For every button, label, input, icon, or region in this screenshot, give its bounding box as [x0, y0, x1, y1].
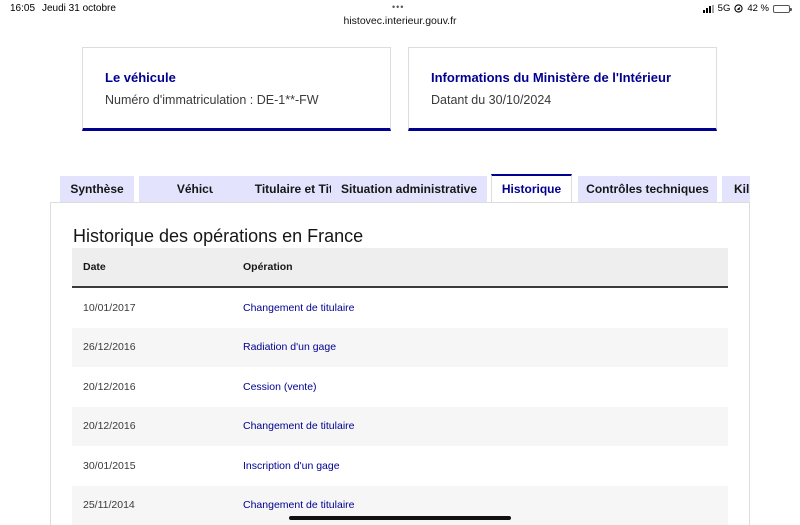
row-operation: Radiation d'un gage [243, 341, 337, 354]
row-operation: Changement de titulaire [243, 301, 355, 314]
tab-synthese[interactable]: Synthèse [60, 176, 134, 202]
row-operation: Changement de titulaire [243, 499, 355, 512]
row-date: 10/01/2017 [83, 301, 136, 314]
ministry-info-date: Datant du 30/10/2024 [431, 93, 552, 107]
network-type: 5G [717, 3, 731, 14]
battery-percent: 42 % [747, 3, 769, 14]
location-icon [734, 4, 743, 13]
row-date: 20/12/2016 [83, 420, 136, 433]
row-operation: Inscription d'un gage [243, 459, 340, 472]
status-date: Jeudi 31 octobre [42, 3, 116, 14]
vehicle-card: Le véhicule Numéro d'immatriculation : D… [82, 47, 391, 131]
operations-table: Date Opération 10/01/2017 Changement de … [72, 248, 728, 525]
home-indicator[interactable] [289, 516, 511, 520]
row-operation: Cession (vente) [243, 380, 317, 393]
tab-situation-administrative[interactable]: Situation administrative [331, 176, 487, 202]
table-row: 20/12/2016 Changement de titulaire [72, 406, 728, 446]
cellular-signal-icon [702, 4, 714, 13]
tab-historique[interactable]: Historique [491, 174, 572, 202]
table-row: 20/12/2016 Cession (vente) [72, 367, 728, 407]
tab-kilometrage[interactable]: Kil [722, 176, 750, 202]
status-bar: 16:05 Jeudi 31 octobre ••• histovec.inte… [0, 0, 800, 30]
address-bar-url[interactable]: histovec.interieur.gouv.fr [0, 15, 800, 27]
row-operation: Changement de titulaire [243, 420, 355, 433]
ministry-info-title: Informations du Ministère de l'Intérieur [431, 70, 672, 85]
registration-number: Numéro d'immatriculation : DE-1**-FW [105, 93, 319, 107]
vehicle-card-title: Le véhicule [105, 70, 176, 85]
ministry-info-card: Informations du Ministère de l'Intérieur… [408, 47, 717, 131]
tab-bar: Synthèse Véhicule Titulaire et Titre Sit… [60, 174, 750, 202]
status-indicators: 5G 42 % [702, 3, 792, 14]
battery-icon [773, 4, 792, 13]
table-row: 30/01/2015 Inscription d'un gage [72, 446, 728, 486]
table-header: Date Opération [72, 248, 728, 288]
status-time: 16:05 [10, 3, 36, 14]
column-header-operation: Opération [243, 261, 293, 273]
table-row: 26/12/2016 Radiation d'un gage [72, 327, 728, 367]
row-date: 25/11/2014 [83, 499, 135, 512]
row-date: 26/12/2016 [83, 341, 136, 354]
column-header-date: Date [83, 261, 106, 273]
row-date: 30/01/2015 [83, 459, 136, 472]
section-title: Historique des opérations en France [73, 226, 364, 246]
table-row: 10/01/2017 Changement de titulaire [72, 288, 728, 328]
more-dots-icon[interactable]: ••• [392, 2, 404, 12]
tab-controles-techniques[interactable]: Contrôles techniques [578, 176, 717, 202]
row-date: 20/12/2016 [83, 380, 136, 393]
